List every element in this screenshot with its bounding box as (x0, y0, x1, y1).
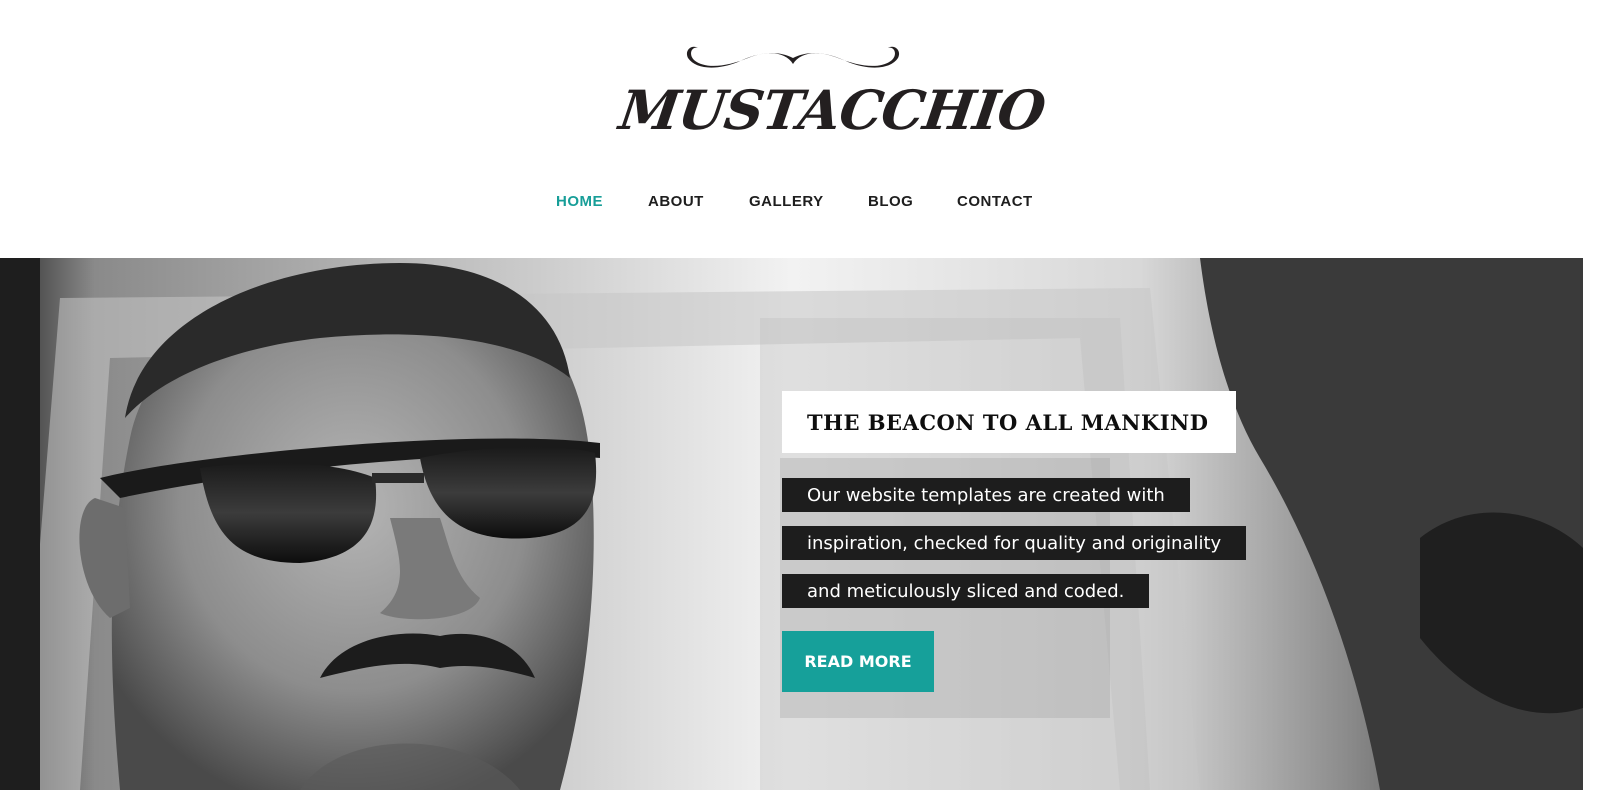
man-with-sunglasses-photo-icon (0, 258, 1583, 790)
hero-description-line: and meticulously sliced and coded. (782, 574, 1150, 608)
nav-item-home[interactable]: HOME (556, 193, 603, 210)
hero-description-line: Our website templates are created with (782, 478, 1190, 512)
logo-wordmark: MUSTACCHIO (615, 78, 1049, 142)
site-header: MUSTACCHIO HOME ABOUT GALLERY BLOG CONTA… (0, 0, 1583, 255)
nav-item-about[interactable]: ABOUT (648, 193, 704, 210)
page: MUSTACCHIO HOME ABOUT GALLERY BLOG CONTA… (0, 0, 1583, 790)
site-logo[interactable]: MUSTACCHIO (616, 40, 1049, 150)
nav-item-blog[interactable]: BLOG (868, 193, 913, 210)
mustache-icon (686, 46, 900, 68)
main-nav: HOME ABOUT GALLERY BLOG CONTACT (0, 193, 1583, 217)
nav-item-gallery[interactable]: GALLERY (749, 193, 824, 210)
hero-description-line: inspiration, checked for quality and ori… (782, 526, 1247, 560)
nav-item-contact[interactable]: CONTACT (957, 193, 1033, 210)
read-more-button[interactable]: READ MORE (782, 631, 934, 692)
hero-tagline-box: THE BEACON TO ALL MANKIND (782, 391, 1237, 453)
hero-banner: THE BEACON TO ALL MANKIND Our website te… (0, 258, 1583, 790)
hero-tagline: THE BEACON TO ALL MANKIND (807, 409, 1209, 435)
